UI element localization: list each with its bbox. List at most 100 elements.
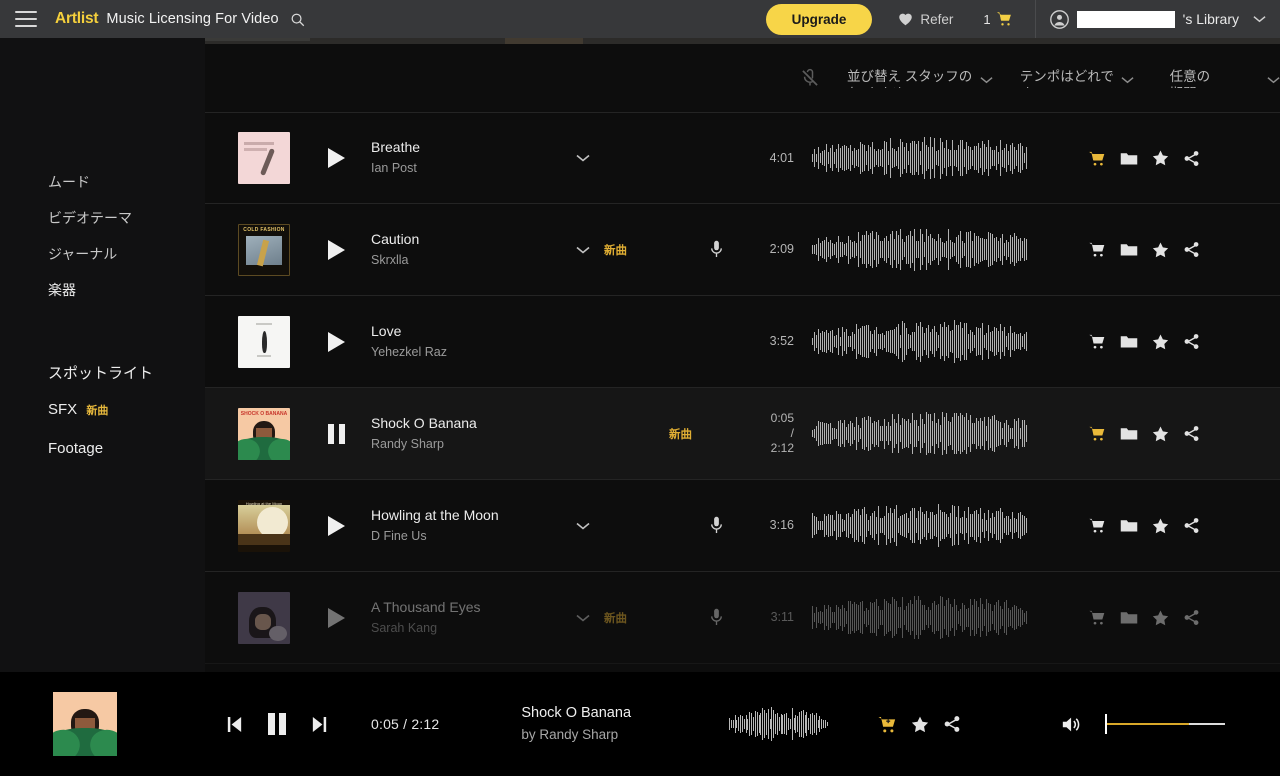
cart-icon[interactable]: [1088, 150, 1106, 167]
sidebar-item-mood[interactable]: ムード: [48, 172, 90, 192]
search-icon[interactable]: [290, 12, 305, 27]
table-row[interactable]: Love Yehezkel Raz 3:52: [205, 296, 1280, 388]
star-icon[interactable]: [911, 716, 929, 733]
album-art[interactable]: SHOCK O BANANA: [238, 407, 290, 460]
share-icon[interactable]: [1183, 425, 1200, 442]
album-art[interactable]: [238, 315, 290, 368]
star-icon[interactable]: [1152, 518, 1169, 534]
folder-icon[interactable]: [1120, 242, 1138, 257]
share-icon[interactable]: [1183, 517, 1200, 534]
skip-previous-icon[interactable]: [227, 716, 242, 733]
play-icon[interactable]: [319, 148, 353, 168]
cart-icon[interactable]: [1088, 241, 1106, 258]
share-icon[interactable]: [1183, 241, 1200, 258]
album-art[interactable]: Howling at the Moon: [238, 499, 290, 552]
sidebar-item-video-theme[interactable]: ビデオテーマ: [48, 208, 132, 228]
track-time-separator: /: [790, 426, 794, 440]
folder-icon[interactable]: [1120, 151, 1138, 166]
star-icon[interactable]: [1152, 334, 1169, 350]
row-mid-column: [576, 154, 696, 162]
player-album-art[interactable]: [53, 692, 117, 756]
volume-control[interactable]: [1061, 714, 1226, 734]
track-artist: Randy Sharp: [371, 436, 444, 451]
player-waveform[interactable]: [729, 706, 830, 742]
folder-icon[interactable]: [1120, 334, 1138, 349]
table-row[interactable]: COLD FASHION Caution Skrxlla 新曲 2:09: [205, 204, 1280, 296]
play-icon[interactable]: [319, 515, 353, 536]
track-meta: Love Yehezkel Raz: [371, 322, 576, 362]
track-title: Breathe: [371, 139, 421, 155]
sidebar-item-instruments[interactable]: 楽器: [48, 280, 76, 300]
album-art-caption: COLD FASHION: [243, 226, 285, 233]
microphone-icon: [710, 240, 722, 258]
cart-icon[interactable]: [1088, 517, 1106, 534]
skip-next-icon[interactable]: [312, 716, 327, 733]
upgrade-button[interactable]: Upgrade: [765, 3, 873, 35]
row-actions: [1088, 333, 1200, 350]
player-actions: [877, 715, 961, 734]
folder-icon[interactable]: [1120, 518, 1138, 533]
table-row[interactable]: SHOCK O BANANA Shock O Banana Randy Shar…: [205, 388, 1280, 480]
star-icon[interactable]: [1152, 426, 1169, 442]
filter-duration[interactable]: 任意の期間: [1170, 68, 1280, 88]
volume-handle[interactable]: [1105, 714, 1108, 734]
waveform[interactable]: [812, 411, 1027, 457]
cart-icon[interactable]: [1088, 333, 1106, 350]
waveform[interactable]: [812, 503, 1027, 549]
album-art[interactable]: [238, 591, 290, 644]
cart-icon[interactable]: [1088, 425, 1106, 442]
sidebar-item-footage[interactable]: Footage: [48, 440, 103, 457]
chevron-down-icon: [980, 77, 993, 84]
new-badge: 新曲: [669, 428, 692, 441]
chevron-down-icon: [576, 522, 590, 530]
track-artist: Sarah Kang: [371, 620, 438, 635]
track-artist: Skrxlla: [371, 252, 409, 267]
share-icon[interactable]: [1183, 150, 1200, 167]
pause-icon[interactable]: [319, 423, 353, 444]
album-art-caption: SHOCK O BANANA: [240, 410, 288, 417]
header-divider: [1034, 0, 1036, 38]
sidebar-item-journal[interactable]: ジャーナル: [48, 244, 117, 264]
waveform[interactable]: [812, 227, 1027, 273]
waveform[interactable]: [812, 319, 1027, 365]
waveform[interactable]: [812, 595, 1027, 641]
star-icon[interactable]: [1152, 150, 1169, 166]
track-artist: Yehezkel Raz: [371, 344, 447, 359]
star-icon[interactable]: [1152, 242, 1169, 258]
filter-sort[interactable]: 並び替え スタッフのお すすめ: [847, 68, 993, 88]
table-row[interactable]: A Thousand Eyes Sarah Kang 新曲 3:11: [205, 572, 1280, 664]
track-meta: Howling at the Moon D Fine Us: [371, 506, 576, 546]
row-actions: [1088, 150, 1200, 167]
volume-slider[interactable]: [1105, 714, 1226, 734]
share-icon[interactable]: [1183, 333, 1200, 350]
album-art[interactable]: [238, 132, 290, 184]
filter-tempo[interactable]: テンポはどれで す: [1020, 68, 1134, 88]
hamburger-icon[interactable]: [15, 11, 37, 27]
cart-icon[interactable]: [1088, 609, 1106, 626]
share-icon[interactable]: [943, 715, 961, 733]
row-mid-column: 新曲: [576, 242, 696, 258]
cart-button[interactable]: 1: [983, 11, 1012, 27]
play-icon[interactable]: [319, 331, 353, 352]
refer-button[interactable]: Refer: [898, 12, 953, 27]
waveform[interactable]: [812, 135, 1027, 181]
artlist-logo[interactable]: Artlist: [55, 10, 99, 28]
new-badge: 新曲: [604, 612, 627, 625]
folder-icon[interactable]: [1120, 610, 1138, 625]
track-duration: 0:05 / 2:12: [736, 411, 794, 456]
mic-off-icon[interactable]: [800, 68, 820, 88]
folder-icon[interactable]: [1120, 426, 1138, 441]
star-icon[interactable]: [1152, 610, 1169, 626]
sidebar-item-label: SFX: [48, 401, 78, 418]
sidebar-item-spotlight[interactable]: スポットライト: [48, 362, 153, 383]
play-icon[interactable]: [319, 239, 353, 260]
user-library-menu[interactable]: 's Library: [1049, 9, 1266, 29]
pause-icon[interactable]: [266, 712, 288, 736]
table-row[interactable]: Howling at the Moon Howling at the Moon …: [205, 480, 1280, 572]
table-row[interactable]: Breathe Ian Post 4:01: [205, 112, 1280, 204]
add-to-cart-icon[interactable]: [877, 715, 897, 734]
album-art[interactable]: COLD FASHION: [238, 223, 290, 276]
share-icon[interactable]: [1183, 609, 1200, 626]
sidebar-item-sfx[interactable]: SFX 新曲: [48, 401, 108, 418]
play-icon[interactable]: [319, 607, 353, 628]
